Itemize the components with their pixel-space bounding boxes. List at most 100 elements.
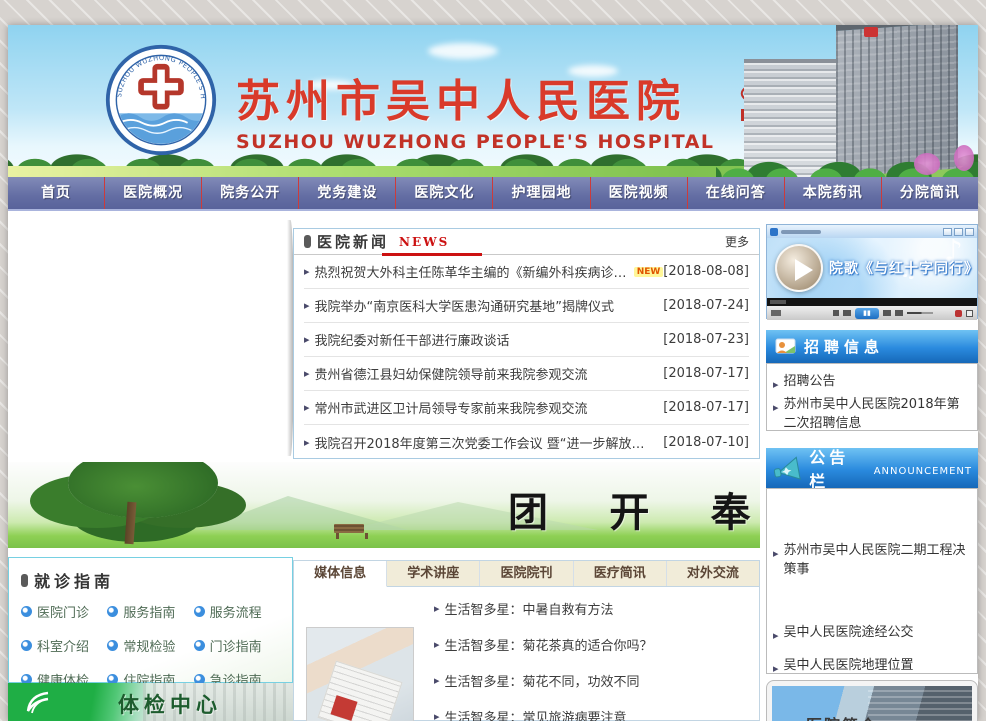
news-item-date: [2018-07-10] — [663, 435, 749, 450]
new-badge: NEW — [634, 267, 664, 277]
announcement-link[interactable]: ▸吴中人民医院地理位置 — [773, 656, 971, 674]
fullscreen-icon[interactable] — [966, 310, 973, 317]
hospital-news-panel: 医院新闻 NEWS 更多 ▸ 热烈祝贺大外科主任陈革华主编的《新编外科疾病诊断与… — [293, 228, 760, 459]
guide-title: 就诊指南 — [34, 568, 114, 592]
slogan-banner: 团结 开拓 奉献 — [8, 462, 760, 548]
tab-hospital-journal[interactable]: 医院院刊 — [480, 561, 573, 586]
news-row: ▸ 我院纪委对新任干部进行廉政谈话 [2018-07-23] — [304, 323, 749, 357]
close-icon[interactable] — [965, 228, 974, 236]
nav-item-affairs-public[interactable]: 院务公开 — [201, 177, 298, 209]
circle-arrow-icon — [107, 606, 118, 617]
guide-link-outpatient-guide[interactable]: 门诊指南 — [194, 636, 280, 655]
volume-slider[interactable] — [907, 312, 933, 314]
play-button[interactable] — [775, 244, 823, 292]
news-item-link[interactable]: 常州市武进区卫计局领导专家前来我院参观交流 — [315, 398, 588, 417]
guide-link-service-guide[interactable]: 服务指南 — [107, 602, 193, 621]
hospital-name-en: SUZHOU WUZHONG PEOPLE'S HOSPITAL — [236, 131, 715, 153]
image-carousel-placeholder[interactable] — [8, 218, 293, 458]
site-header: SUZHOU WUZHONG PEOPLE'S HOSPITAL 苏州市吴中人民… — [8, 25, 978, 177]
nav-item-nursing[interactable]: 护理园地 — [492, 177, 589, 209]
checkup-center-banner[interactable]: 体检中心 — [8, 683, 293, 721]
nav-item-home[interactable]: 首页 — [8, 177, 104, 209]
announcement-link[interactable]: ▸苏州市吴中人民医院二期工程决策事 — [773, 541, 971, 579]
guide-link-outpatient[interactable]: 医院门诊 — [21, 602, 107, 621]
tab-external-exchange[interactable]: 对外交流 — [667, 561, 759, 586]
recruit-link[interactable]: ▸招聘公告 — [773, 372, 971, 391]
guide-links-grid: 医院门诊 服务指南 服务流程 科室介绍 常规检验 门诊指南 健康体检 住院指南 … — [21, 602, 280, 689]
news-item-date: [2018-07-24] — [663, 298, 749, 313]
news-list: ▸ 热烈祝贺大外科主任陈革华主编的《新编外科疾病诊断与治 NEW [2018-0… — [294, 255, 759, 459]
pause-button[interactable]: ▮▮ — [855, 308, 879, 319]
triangle-bullet-icon: ▸ — [304, 436, 310, 449]
checkup-title: 体检中心 — [118, 689, 222, 719]
hospital-intro-card[interactable]: 医院简介 — [766, 680, 978, 721]
hospital-name-cn: 苏州市吴中人民医院 — [236, 65, 715, 129]
nav-item-branch-news[interactable]: 分院简讯 — [881, 177, 978, 209]
nav-item-culture[interactable]: 医院文化 — [395, 177, 492, 209]
restore-icon[interactable] — [954, 228, 963, 236]
article-photo — [306, 627, 414, 721]
news-row: ▸ 热烈祝贺大外科主任陈革华主编的《新编外科疾病诊断与治 NEW [2018-0… — [304, 255, 749, 289]
recruit-link[interactable]: ▸苏州市吴中人民医院2018年第二次招聘信息 — [773, 395, 971, 433]
options-menu-icon[interactable] — [771, 310, 781, 316]
nav-item-video[interactable]: 医院视频 — [590, 177, 687, 209]
guide-link-service-process[interactable]: 服务流程 — [194, 602, 280, 621]
slogan-word: 开拓 — [609, 480, 658, 548]
tab-lectures[interactable]: 学术讲座 — [387, 561, 480, 586]
announcement-panel: ▸苏州市吴中人民医院二期工程决策事 ▸吴中人民医院途经公交 ▸吴中人民医院地理位… — [766, 488, 978, 674]
article-link[interactable]: ▸生活智多星：常见旅游病要注意 — [434, 707, 759, 721]
seek-bar[interactable] — [767, 298, 977, 306]
nav-item-pharmacy-news[interactable]: 本院药讯 — [784, 177, 881, 209]
flower-decoration — [914, 153, 940, 175]
tree-graphic — [68, 462, 218, 518]
nav-item-overview[interactable]: 医院概况 — [104, 177, 201, 209]
slogan-word: 团结 — [508, 480, 557, 548]
news-item-date: [2018-07-17] — [663, 400, 749, 415]
news-item-link[interactable]: 我院举办“南京医科大学医患沟通研究基地”揭牌仪式 — [315, 296, 614, 315]
nav-item-qa[interactable]: 在线问答 — [687, 177, 784, 209]
article-link[interactable]: ▸生活智多星：菊花不同，功效不同 — [434, 671, 759, 690]
site-title-block: 苏州市吴中人民医院 SUZHOU WUZHONG PEOPLE'S HOSPIT… — [236, 65, 715, 153]
recruit-title: 招聘信息 — [804, 336, 884, 357]
announcement-link[interactable]: ▸吴中人民医院途经公交 — [773, 623, 971, 642]
intro-building-image: 医院简介 — [772, 686, 972, 721]
triangle-bullet-icon: ▸ — [304, 265, 310, 278]
triangle-bullet-icon: ▸ — [773, 544, 779, 563]
player-controls: ▮▮ — [767, 306, 977, 320]
news-row: ▸ 我院举办“南京医科大学医患沟通研究基地”揭牌仪式 [2018-07-24] — [304, 289, 749, 323]
news-item-link[interactable]: 我院纪委对新任干部进行廉政谈话 — [315, 330, 510, 349]
news-item-date: [2018-07-17] — [663, 366, 749, 381]
tab-row: 媒体信息 学术讲座 医院院刊 医疗简讯 对外交流 — [294, 561, 759, 587]
triangle-bullet-icon: ▸ — [304, 367, 310, 380]
news-item-link[interactable]: 贵州省德江县妇幼保健院领导前来我院参观交流 — [315, 364, 588, 383]
player-app-icon — [770, 228, 778, 236]
tab-media-info[interactable]: 媒体信息 — [294, 561, 387, 587]
player-titlebar — [767, 225, 977, 238]
section-bullet-icon — [304, 235, 311, 248]
guide-link-routine-tests[interactable]: 常规检验 — [107, 636, 193, 655]
news-row: ▸ 常州市武进区卫计局领导专家前来我院参观交流 [2018-07-17] — [304, 391, 749, 425]
visit-guide-panel: 就诊指南 医院门诊 服务指南 服务流程 科室介绍 常规检验 门诊指南 健康体检 … — [8, 557, 293, 683]
article-list: ▸生活智多星：中暑自救有方法 ▸生活智多星：菊花茶真的适合你吗？ ▸生活智多星：… — [434, 599, 759, 721]
news-item-link[interactable]: 热烈祝贺大外科主任陈革华主编的《新编外科疾病诊断与治 — [315, 262, 629, 281]
previous-icon[interactable] — [843, 310, 851, 316]
news-row: ▸ 贵州省德江县妇幼保健院领导前来我院参观交流 [2018-07-17] — [304, 357, 749, 391]
triangle-bullet-icon: ▸ — [434, 710, 440, 721]
article-link[interactable]: ▸生活智多星：中暑自救有方法 — [434, 599, 759, 618]
news-item-link[interactable]: 我院召开2018年度第三次党委工作会议 暨“进一步解放思想 — [315, 433, 655, 452]
circle-arrow-icon — [194, 640, 205, 651]
minimize-icon[interactable] — [943, 228, 952, 236]
recruit-panel: ▸招聘公告 ▸苏州市吴中人民医院2018年第二次招聘信息 — [766, 363, 978, 431]
announcement-header: 公告栏 ANNOUNCEMENT — [766, 448, 978, 488]
announcement-subtitle: ANNOUNCEMENT — [874, 466, 972, 477]
record-icon[interactable] — [955, 310, 962, 317]
article-link[interactable]: ▸生活智多星：菊花茶真的适合你吗？ — [434, 635, 759, 654]
guide-link-departments[interactable]: 科室介绍 — [21, 636, 107, 655]
nav-item-party-building[interactable]: 党务建设 — [298, 177, 395, 209]
playlist-icon[interactable] — [895, 310, 903, 316]
slogan-word: 奉献 — [711, 480, 760, 548]
next-icon[interactable] — [883, 310, 891, 316]
news-more-link[interactable]: 更多 — [725, 233, 749, 250]
stop-icon[interactable] — [833, 310, 839, 316]
tab-medical-briefs[interactable]: 医疗简讯 — [574, 561, 667, 586]
